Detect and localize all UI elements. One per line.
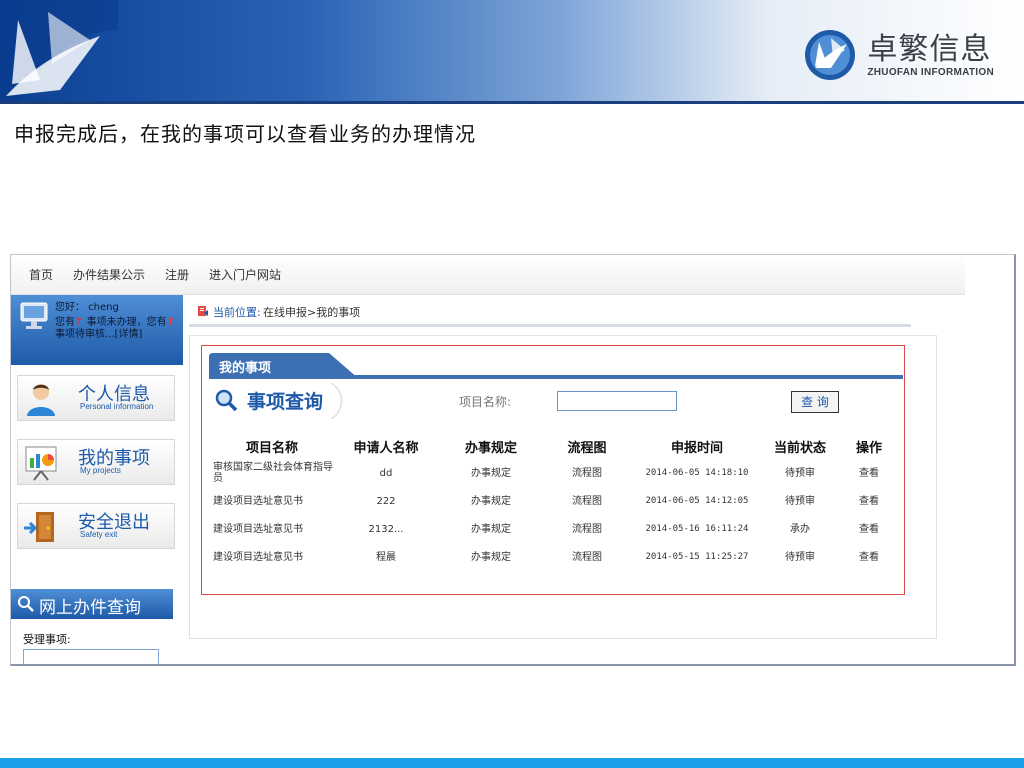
view-link[interactable]: 查看 [835,459,903,487]
cell-status: 待预审 [785,551,815,563]
tab-bar: 我的事项 [209,353,903,379]
rules-link[interactable]: 办事规定 [437,515,545,543]
user-greeting: 您好： cheng [55,302,119,313]
slide-caption: 申报完成后，在我的事项可以查看业务的办理情况 [14,122,476,146]
menu-personal-info[interactable]: 个人信息 Personal information [17,375,175,421]
flowchart-link[interactable]: 流程图 [545,515,629,543]
query-title-divider [330,383,343,419]
header-banner: 卓繁信息 ZHUOFAN INFORMATION [0,0,1024,104]
banner-divider [0,101,1024,104]
monitor-icon [20,302,48,329]
cell-submit-time: 2014-06-05 14:18:10 [645,467,749,478]
cell-applicant: 程晨 [376,551,396,563]
brand-name-cn: 卓繁信息 [867,31,992,67]
breadcrumb-label: 当前位置: [213,306,261,319]
online-search-header: 网上办件查询 [11,589,173,619]
flowchart-link[interactable]: 流程图 [545,543,629,571]
col-rules: 办事规定 [464,440,517,456]
top-nav: 首页 办件结果公示 注册 进入门户网站 [11,255,965,295]
cell-status: 待预审 [785,467,815,479]
menu-safety-exit[interactable]: 安全退出 Safety exit [17,503,175,549]
query-title: 事项查询 [247,391,324,413]
project-name-input[interactable] [557,391,677,411]
col-applicant: 申请人名称 [353,440,419,456]
cell-project-name: 建设项目选址意见书 [213,523,303,535]
cell-status: 承办 [790,523,810,535]
view-link[interactable]: 查看 [835,543,903,571]
nav-results[interactable]: 办件结果公示 [73,266,145,283]
table-row: 审核国家二级社会体育指导员 dd 办事规定 流程图 2014-06-05 14:… [209,459,903,487]
slide-page: 卓繁信息 ZHUOFAN INFORMATION 申报完成后，在我的事项可以查看… [0,0,1024,768]
query-button[interactable]: 查 询 [791,391,839,413]
chart-board-icon [25,446,57,481]
col-action: 操作 [855,440,882,456]
col-submit-time: 申报时间 [670,440,723,456]
cell-submit-time: 2014-05-16 16:11:24 [645,523,749,534]
rules-link[interactable]: 办事规定 [437,487,545,515]
flowchart-link[interactable]: 流程图 [545,487,629,515]
user-message: 您有↑ 事项未办理，您有↑ 事项待审核...[详情] [55,317,175,340]
location-icon [198,306,208,316]
cell-submit-time: 2014-06-05 14:12:05 [645,495,749,506]
app-screenshot: 首页 办件结果公示 注册 进入门户网站 您好： cheng 您有↑ 事项未办理，… [10,254,1016,666]
cell-applicant: dd [379,467,393,479]
query-row: 事项查询 项目名称: 查 询 [209,383,903,423]
projects-table: 项目名称 申请人名称 办事规定 流程图 申报时间 当前状态 操作 审核国家二级社… [209,433,903,571]
person-icon [27,384,55,416]
flowchart-link[interactable]: 流程图 [545,459,629,487]
brand-mark-icon [805,30,856,80]
cell-submit-time: 2014-05-15 11:25:27 [645,551,749,562]
rules-link[interactable]: 办事规定 [437,459,545,487]
user-info-box: 您好： cheng 您有↑ 事项未办理，您有↑ 事项待审核...[详情] [11,295,183,365]
logo-mark-icon [0,0,118,104]
search-icon [215,389,238,412]
cell-project-name: 建设项目选址意见书 [213,551,303,563]
nav-register[interactable]: 注册 [165,266,189,283]
col-flowchart: 流程图 [567,440,607,456]
project-name-label: 项目名称: [459,395,512,409]
cell-applicant: 222 [376,495,396,507]
breadcrumb: 当前位置: 在线申报>我的事项 [189,295,911,327]
accept-item-input[interactable] [23,649,159,664]
col-project-name: 项目名称 [245,440,298,456]
menu-my-projects[interactable]: 我的事项 My projects [17,439,175,485]
nav-portal[interactable]: 进入门户网站 [209,266,281,283]
tab-my-projects[interactable]: 我的事项 [219,357,271,376]
table-row: 建设项目选址意见书 程晨 办事规定 流程图 2014-05-15 11:25:2… [209,543,903,571]
exit-door-icon [24,512,54,542]
nav-home[interactable]: 首页 [29,266,53,283]
rules-link[interactable]: 办事规定 [437,543,545,571]
cell-project-name: 审核国家二级社会体育指导员 [213,462,333,484]
accept-item-label: 受理事项: [23,633,71,646]
table-row: 建设项目选址意见书 222 办事规定 流程图 2014-06-05 14:12:… [209,487,903,515]
cell-applicant: 2132... [368,523,404,535]
cell-status: 待预审 [785,495,815,507]
col-status: 当前状态 [773,440,826,456]
up-arrow-icon: ↑ [166,317,175,328]
up-arrow-icon: ↑ [75,317,84,328]
detail-link[interactable]: [详情] [115,329,143,340]
table-header-row: 项目名称 申请人名称 办事规定 流程图 申报时间 当前状态 操作 [209,433,903,459]
breadcrumb-path: 在线申报>我的事项 [263,306,361,319]
table-row: 建设项目选址意见书 2132... 办事规定 流程图 2014-05-16 16… [209,515,903,543]
cell-project-name: 建设项目选址意见书 [213,495,303,507]
view-link[interactable]: 查看 [835,515,903,543]
brand-name-en: ZHUOFAN INFORMATION [867,66,994,78]
brand-logo: 卓繁信息 ZHUOFAN INFORMATION [803,28,994,82]
footer-bar [0,758,1024,768]
search-icon [18,596,34,612]
view-link[interactable]: 查看 [835,487,903,515]
